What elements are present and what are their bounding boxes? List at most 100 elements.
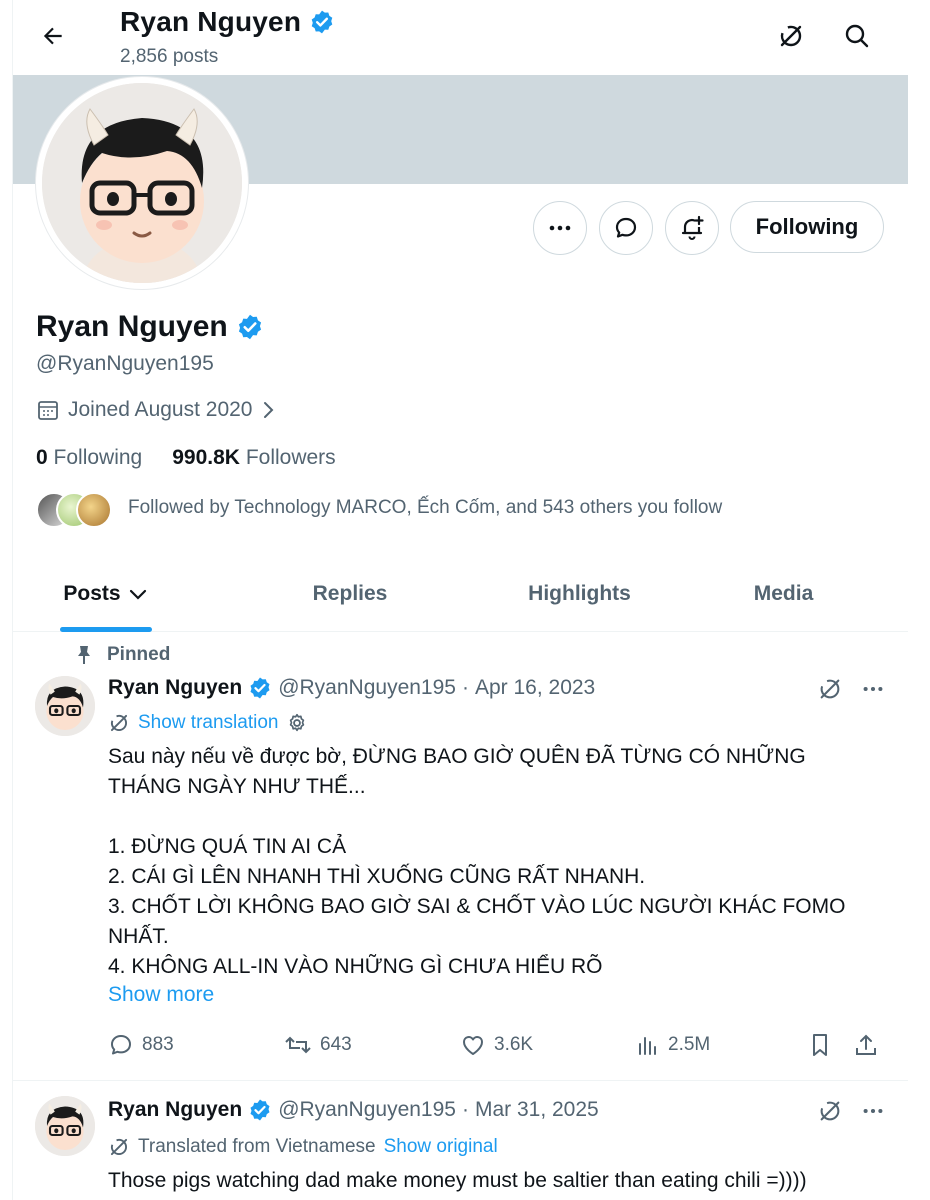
back-arrow-icon [40,23,66,49]
profile-name-text: Ryan Nguyen [36,310,228,343]
grok-icon[interactable] [817,1098,843,1124]
profile-handle: @RyanNguyen195 [36,352,214,375]
followers-count-link[interactable]: 990.8K Followers [172,446,335,470]
header-name-text: Ryan Nguyen [120,6,302,37]
tweet-avatar[interactable] [35,1096,95,1156]
tweet-date[interactable]: Apr 16, 2023 [475,676,595,700]
tab-media[interactable]: Media [658,557,909,631]
tweet-actions: 883 643 3.6K 2.5M [108,1032,888,1058]
like-button[interactable]: 3.6K [460,1032,636,1058]
message-button[interactable] [599,201,653,255]
tab-replies[interactable]: Replies [199,557,501,631]
tab-media-label: Media [753,582,814,605]
calendar-icon [36,398,60,422]
meta-separator: · [461,676,469,699]
tweet-text: Sau này nếu về được bờ, ĐỪNG BAO GIỜ QUÊ… [108,745,846,978]
follow-counts: 0 Following 990.8K Followers [36,446,336,470]
tweet[interactable]: Ryan Nguyen @RyanNguyen195 · Mar 31, 202… [13,1080,909,1200]
tab-highlights[interactable]: Highlights [501,557,658,631]
more-dots-icon [547,215,573,241]
tweet-author-handle[interactable]: @RyanNguyen195 [278,1098,456,1122]
tweet-author-name[interactable]: Ryan Nguyen [108,676,242,700]
mutual-avatars [36,490,112,528]
grok-icon [108,712,130,734]
active-tab-indicator [60,627,152,632]
tweet-header: Ryan Nguyen @RyanNguyen195 · Apr 16, 202… [108,676,595,700]
back-button[interactable] [35,18,71,54]
followers-label: Followers [245,446,336,469]
followed-by-row[interactable]: Followed by Technology MARCO, Ếch Cốm, a… [36,490,723,528]
repost-button[interactable]: 643 [284,1032,460,1058]
grok-icon[interactable] [817,676,843,702]
tab-posts-label: Posts [63,582,121,605]
tweet-avatar[interactable] [35,676,95,736]
profile-tabs: Posts Replies Highlights Media [13,557,909,632]
heart-icon [460,1032,486,1058]
tab-replies-label: Replies [312,582,388,605]
tweet-top-actions [817,1098,885,1124]
joined-date[interactable]: Joined August 2020 [36,398,277,422]
chevron-right-icon [261,398,277,422]
tweet-text: Those pigs watching dad make money must … [108,1169,807,1192]
reply-icon [108,1032,134,1058]
more-options-button[interactable] [533,201,587,255]
chevron-down-icon [127,583,149,605]
meta-separator: · [461,1098,469,1121]
profile-page: Ryan Nguyen 2,856 posts Following Ryan N… [12,0,910,1200]
following-button[interactable]: Following [730,201,884,253]
repost-count: 643 [320,1034,352,1055]
tweet-header: Ryan Nguyen @RyanNguyen195 · Mar 31, 202… [108,1098,599,1122]
avatar-image [42,83,242,283]
show-original-link[interactable]: Show original [384,1136,498,1158]
views-chart-icon [636,1032,660,1058]
notifications-button[interactable] [665,201,719,255]
tweet-author-handle[interactable]: @RyanNguyen195 [278,676,456,700]
verified-badge-icon [309,9,335,35]
verified-badge-icon [248,676,272,700]
tab-highlights-label: Highlights [528,582,631,605]
share-button[interactable] [854,1032,878,1058]
grok-icon [777,22,805,50]
bell-plus-icon [679,215,705,241]
tweet-author-name[interactable]: Ryan Nguyen [108,1098,242,1122]
tweet-date[interactable]: Mar 31, 2025 [475,1098,599,1122]
views-button[interactable]: 2.5M [636,1032,808,1058]
pin-icon [75,644,93,666]
more-dots-icon[interactable] [861,677,885,701]
followers-count: 990.8K [172,446,240,469]
posts-count: 2,856 posts [120,46,219,67]
verified-badge-icon [248,1098,272,1122]
translated-from-text: Translated from Vietnamese [138,1136,376,1157]
reply-button[interactable]: 883 [108,1032,284,1058]
following-count: 0 [36,446,48,469]
reply-count: 883 [142,1034,174,1055]
more-dots-icon[interactable] [861,1099,885,1123]
show-more-link[interactable]: Show more [108,983,214,1007]
bookmark-icon [808,1032,832,1058]
profile-avatar[interactable] [35,76,249,290]
message-bubble-icon [613,215,639,241]
pinned-tweet[interactable]: Pinned Ryan Nguyen @RyanNguyen195 · Apr … [13,644,909,1080]
followed-by-text: Followed by Technology MARCO, Ếch Cốm, a… [128,497,723,518]
top-bar: Ryan Nguyen 2,856 posts [13,0,909,75]
tab-posts[interactable]: Posts [13,557,199,632]
repost-icon [284,1032,312,1058]
following-label: Following [53,446,143,469]
pinned-label: Pinned [107,644,171,665]
tweet-top-actions [817,676,885,702]
like-count: 3.6K [494,1034,534,1055]
settings-gear-icon[interactable] [286,712,308,734]
following-count-link[interactable]: 0 Following [36,446,142,470]
grok-button[interactable] [773,18,809,54]
mutual-avatar [76,492,112,528]
grok-icon [108,1136,130,1158]
page-margin [908,0,930,1200]
verified-badge-icon[interactable] [236,313,264,341]
joined-text: Joined August 2020 [68,398,253,421]
search-button[interactable] [839,18,875,54]
bookmark-button[interactable] [808,1032,854,1058]
show-translation-link[interactable]: Show translation [138,712,278,734]
search-icon [843,22,871,50]
share-icon [854,1032,878,1058]
pinned-indicator: Pinned [75,644,170,666]
